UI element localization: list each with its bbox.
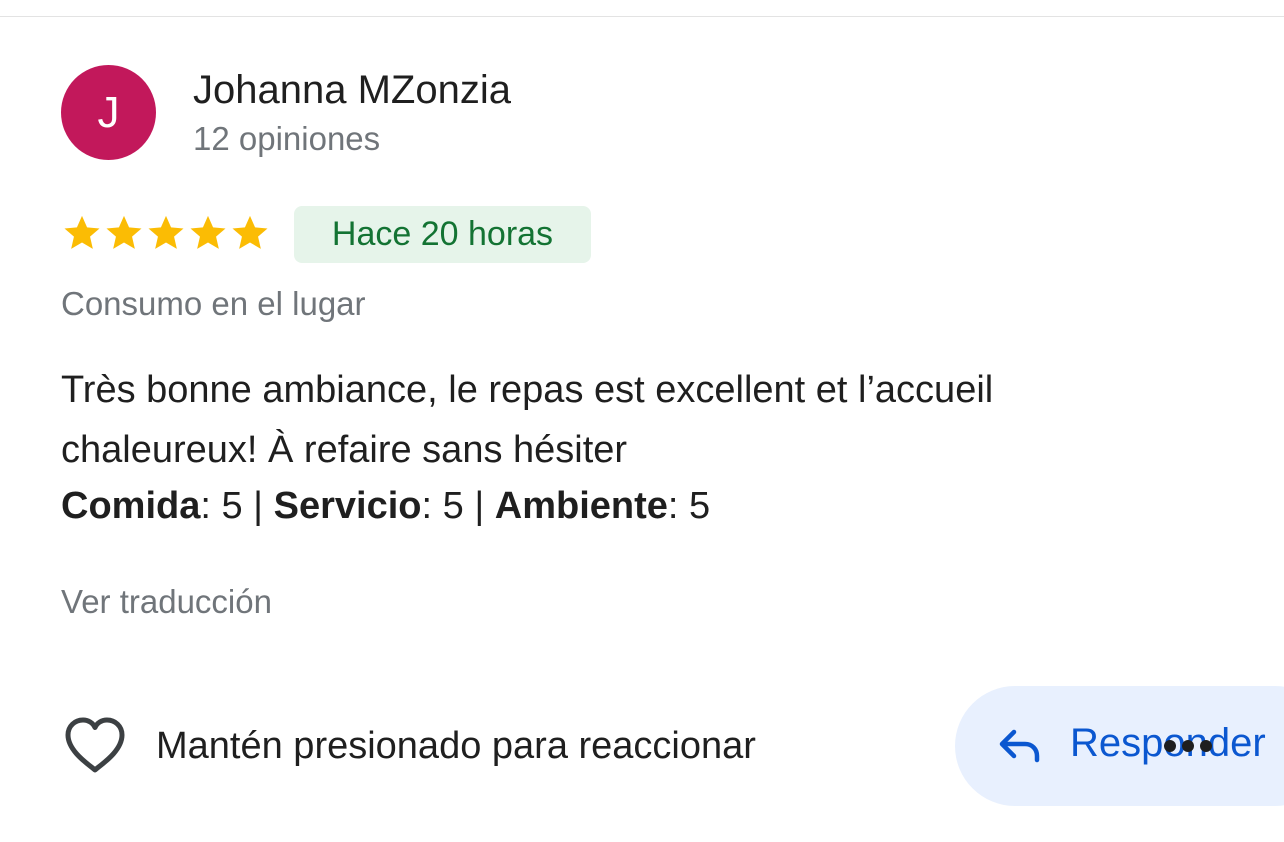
time-ago-badge: Hace 20 horas <box>294 206 591 263</box>
dining-mode: Consumo en el lugar <box>61 285 366 322</box>
reply-arrow-icon <box>999 729 1040 763</box>
sub-ratings: Comida: 5 | Servicio: 5 | Ambiente: 5 <box>61 481 710 531</box>
rating-value-service: 5 <box>442 485 464 527</box>
author-review-count: 12 opiniones <box>193 120 381 157</box>
more-horizontal-icon[interactable] <box>1163 739 1213 753</box>
star-rating <box>61 212 271 254</box>
avatar[interactable]: J <box>61 65 156 160</box>
rating-label-food: Comida <box>61 485 201 527</box>
rating-divider: | <box>463 485 495 527</box>
rating-value-food: 5 <box>221 485 243 527</box>
react-label: Mantén presionado para reaccionar <box>156 724 756 767</box>
author-name[interactable]: Johanna MZonzia <box>193 68 511 113</box>
rating-label-service: Servicio <box>273 485 422 527</box>
review-text: Très bonne ambiance, le repas est excell… <box>61 360 1241 480</box>
reply-button[interactable]: Responder <box>955 686 1284 806</box>
star-icon <box>232 215 268 249</box>
star-icon <box>190 215 226 249</box>
rating-label-ambience: Ambiente <box>494 485 668 527</box>
rating-separator: : <box>667 485 690 527</box>
top-divider <box>0 16 1284 17</box>
avatar-initial: J <box>97 87 120 137</box>
star-icon <box>106 215 142 249</box>
star-icon <box>64 215 100 249</box>
rating-divider: | <box>242 485 274 527</box>
review-text-line: Très bonne ambiance, le repas est excell… <box>61 369 994 411</box>
rating-separator: : <box>421 485 443 527</box>
rating-separator: : <box>200 485 222 527</box>
review-text-line: chaleureux! À refaire sans hésiter <box>61 429 628 471</box>
star-icon <box>148 215 184 249</box>
react-button[interactable]: Mantén presionado para reaccionar <box>64 716 756 776</box>
rating-value-ambience: 5 <box>689 485 711 527</box>
heart-icon <box>65 717 125 773</box>
see-translation-link[interactable]: Ver traducción <box>61 583 272 621</box>
